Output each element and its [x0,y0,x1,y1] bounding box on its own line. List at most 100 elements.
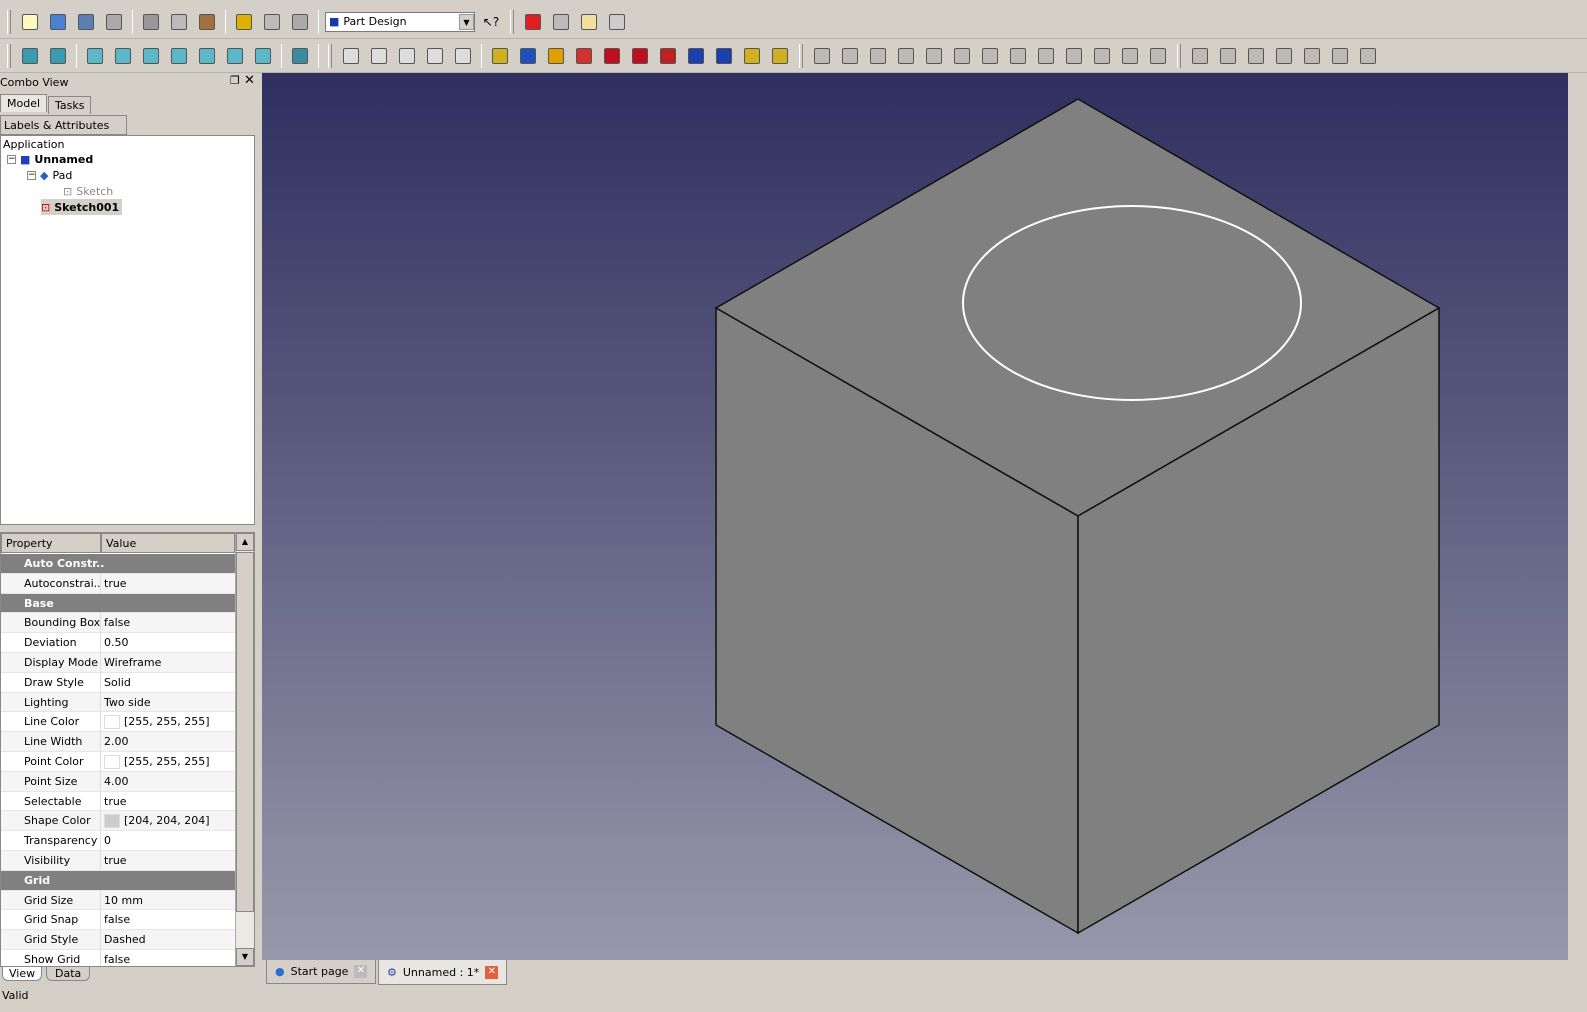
external-icon[interactable] [1118,44,1142,68]
workbench-selector[interactable]: ■ Part Design ▼ [325,11,475,32]
trim-icon[interactable] [1090,44,1114,68]
isometric-view-icon[interactable] [83,44,107,68]
property-value[interactable]: true [101,574,127,593]
property-value[interactable]: [204, 204, 204] [101,811,210,830]
property-row[interactable]: Line Color [255, 255, 255] [1,712,235,733]
save-icon[interactable] [74,10,98,34]
whats-this-icon[interactable]: ↖? [479,10,503,34]
top-view-icon[interactable] [139,44,163,68]
tree-item-pad[interactable]: − ◆ Pad [27,167,72,183]
print-icon[interactable] [102,10,126,34]
vertical-scrollbar[interactable]: ▲ ▼ [235,533,254,966]
property-row[interactable]: Point Size 4.00 [1,771,235,792]
tab-data[interactable]: Data [46,967,91,981]
property-row[interactable]: Grid Style Dashed [1,930,235,950]
point-on-object-icon[interactable] [1216,44,1240,68]
perpendicular-icon[interactable] [1328,44,1352,68]
property-row[interactable]: Grid Size 10 mm [1,890,235,911]
undo-icon[interactable] [232,10,256,34]
tree-header[interactable]: Labels & Attributes [0,115,127,135]
tangent-icon[interactable] [1356,44,1380,68]
mirror-icon[interactable] [684,44,708,68]
copy-icon[interactable] [167,10,191,34]
property-value[interactable]: 0 [101,831,111,850]
property-row[interactable]: Deviation 0.50 [1,633,235,653]
property-group[interactable]: Grid [1,870,235,891]
open-folder-icon[interactable] [46,10,70,34]
rear-view-icon[interactable] [195,44,219,68]
paste-icon[interactable] [195,10,219,34]
fillet-icon[interactable] [600,44,624,68]
undock-icon[interactable]: ❐ [230,74,240,87]
property-value[interactable]: 10 mm [101,891,143,910]
right-view-icon[interactable] [167,44,191,68]
bottom-view-icon[interactable] [223,44,247,68]
property-row[interactable]: Grid Snap false [1,910,235,931]
close-icon[interactable]: ✕ [244,73,255,88]
fillet-icon[interactable] [1062,44,1086,68]
tab-view[interactable]: View [2,967,43,981]
doc-tab-unnamed[interactable]: ⚙ Unnamed : 1* ✕ [378,960,508,985]
property-value[interactable]: 4.00 [101,772,129,791]
property-row[interactable]: Draw Style Solid [1,672,235,693]
tab-tasks[interactable]: Tasks [48,96,92,114]
polyline-icon[interactable] [950,44,974,68]
measure-icon[interactable] [288,44,312,68]
property-value[interactable]: false [101,950,130,966]
draft-icon[interactable] [656,44,680,68]
line-icon[interactable] [838,44,862,68]
scrollbar-thumb[interactable] [236,552,254,912]
rectangle-icon[interactable] [978,44,1002,68]
pocket-icon[interactable] [516,44,540,68]
property-group[interactable]: Auto Constr.. [1,554,235,574]
fit-all-icon[interactable] [18,44,42,68]
property-value[interactable]: true [101,851,127,870]
property-row[interactable]: Lighting Two side [1,692,235,713]
new-document-icon[interactable] [18,10,42,34]
property-row[interactable]: Selectable true [1,791,235,812]
multi-transform-icon[interactable] [768,44,792,68]
revolve-icon[interactable] [544,44,568,68]
property-row[interactable]: Shape Color [204, 204, 204] [1,811,235,832]
property-value[interactable]: false [101,613,130,632]
arc-icon[interactable] [866,44,890,68]
property-row[interactable]: Transparency 0 [1,831,235,851]
slot-icon[interactable] [1034,44,1058,68]
run-macro-icon[interactable] [605,10,629,34]
property-value[interactable]: Solid [101,673,131,692]
import-icon[interactable] [367,44,391,68]
tree-item-sketch001[interactable]: ⊡ Sketch001 [41,199,123,215]
refresh-icon[interactable] [288,10,312,34]
property-value[interactable]: true [101,792,127,811]
property-group[interactable]: Base [1,593,235,614]
edit-macro-icon[interactable] [577,10,601,34]
export-icon[interactable] [395,44,419,68]
tree-item-unnamed[interactable]: − ■ Unnamed [7,151,93,167]
property-row[interactable]: Visibility true [1,851,235,871]
property-value[interactable]: Wireframe [101,653,161,672]
value-header[interactable]: Value [101,533,235,553]
close-tab-icon[interactable]: ✕ [354,965,368,978]
vertical-icon[interactable] [1244,44,1268,68]
property-value[interactable]: Dashed [101,930,146,949]
property-row[interactable]: Autoconstrai... true [1,573,235,594]
property-value[interactable]: 0.50 [101,633,129,652]
doc-tab-start-page[interactable]: ● Start page ✕ [266,960,377,984]
groove-icon[interactable] [572,44,596,68]
cut-icon[interactable] [139,10,163,34]
property-row[interactable]: Display Mode Wireframe [1,653,235,673]
property-row[interactable]: Bounding Box false [1,613,235,634]
property-header[interactable]: Property [1,533,101,553]
linear-pattern-icon[interactable] [712,44,736,68]
chamfer-icon[interactable] [628,44,652,68]
property-row[interactable]: Point Color [255, 255, 255] [1,752,235,772]
property-row[interactable]: Show Grid false [1,950,235,966]
property-value[interactable]: false [101,910,130,929]
circle-icon[interactable] [894,44,918,68]
record-macro-icon[interactable] [521,10,545,34]
tree-item-sketch[interactable]: ⊡ Sketch [63,183,113,199]
front-view-icon[interactable] [111,44,135,68]
property-value[interactable]: Two side [101,693,151,712]
stop-macro-icon[interactable] [549,10,573,34]
polar-pattern-icon[interactable] [740,44,764,68]
